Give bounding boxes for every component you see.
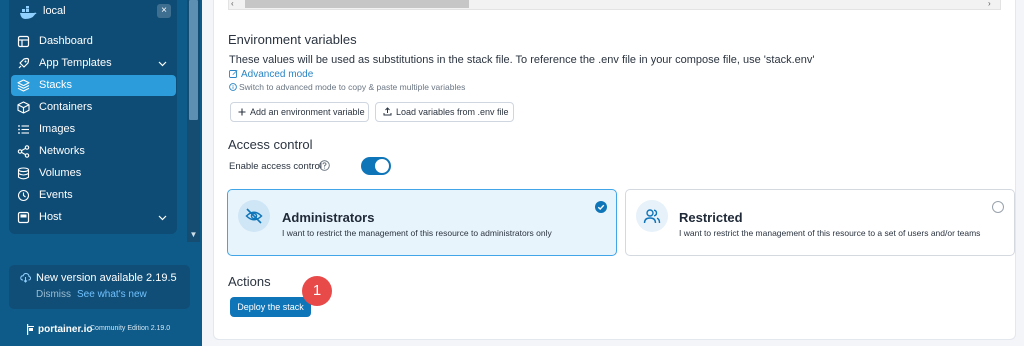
sidebar: local × Dashboard App Templates Stacks C…	[0, 0, 202, 346]
env-section-title: Environment variables	[228, 32, 357, 47]
sidebar-item-images[interactable]: Images	[9, 119, 177, 140]
chevron-down-icon	[158, 61, 167, 67]
docker-icon	[20, 6, 37, 19]
server-icon	[17, 211, 30, 224]
list-icon	[18, 125, 29, 134]
update-title: New version available 2.19.5	[36, 272, 177, 284]
step-number-badge: 1	[302, 276, 332, 306]
layers-icon	[17, 79, 30, 92]
close-environment-button[interactable]: ×	[157, 4, 171, 18]
sidebar-item-containers[interactable]: Containers	[9, 97, 177, 118]
option-restricted-desc: I want to restrict the management of thi…	[679, 228, 981, 238]
edit-icon	[229, 70, 238, 78]
plus-icon	[238, 108, 246, 116]
users-icon	[643, 209, 661, 224]
main-card	[213, 0, 1016, 340]
sidebar-item-label: App Templates	[39, 57, 112, 69]
sidebar-item-label: Networks	[39, 145, 85, 157]
dashboard-icon	[17, 35, 30, 48]
sidebar-scrollbar-thumb[interactable]	[189, 0, 198, 120]
sidebar-item-app-templates[interactable]: App Templates	[9, 53, 177, 74]
sidebar-item-volumes[interactable]: Volumes	[9, 163, 177, 184]
editor-scrollbar-thumb[interactable]	[245, 0, 469, 8]
option-administrators-title: Administrators	[282, 210, 375, 225]
sidebar-item-host[interactable]: Host	[9, 207, 177, 228]
advanced-hint-text: Switch to advanced mode to copy & paste …	[239, 82, 466, 92]
access-section-title: Access control	[228, 137, 313, 152]
environment-header: local ×	[9, 0, 177, 26]
sidebar-item-networks[interactable]: Networks	[9, 141, 177, 162]
scroll-right-arrow-icon[interactable]: ›	[988, 0, 991, 8]
advanced-mode-label: Advanced mode	[241, 69, 314, 80]
option-restricted-title: Restricted	[679, 210, 743, 225]
portainer-logo-icon	[27, 324, 34, 335]
sidebar-item-events[interactable]: Events	[9, 185, 177, 206]
toggle-knob	[375, 159, 389, 173]
chevron-down-icon	[158, 215, 167, 221]
environment-name: local	[43, 5, 66, 17]
sidebar-item-label: Images	[39, 123, 76, 135]
env-description: These values will be used as substitutio…	[229, 54, 815, 66]
eye-off-icon	[245, 208, 263, 224]
add-env-variable-button[interactable]: Add an environment variable	[230, 102, 369, 122]
sidebar-item-dashboard[interactable]: Dashboard	[9, 31, 177, 52]
deploy-stack-button[interactable]: Deploy the stack	[230, 297, 311, 317]
whats-new-link[interactable]: See what's new	[77, 289, 147, 300]
app-root: local × Dashboard App Templates Stacks C…	[0, 0, 1024, 346]
load-env-file-label: Load variables from .env file	[396, 107, 509, 117]
add-env-variable-label: Add an environment variable	[250, 107, 365, 117]
brand-edition: Community Edition 2.19.0	[90, 325, 171, 332]
load-env-file-button[interactable]: Load variables from .env file	[375, 102, 514, 122]
advanced-mode-hint: Switch to advanced mode to copy & paste …	[229, 82, 465, 92]
sidebar-item-stacks[interactable]: Stacks	[11, 75, 176, 96]
cube-icon	[17, 101, 30, 114]
info-icon	[229, 83, 237, 91]
scroll-down-arrow-icon[interactable]: ▼	[189, 230, 198, 240]
option-administrators-desc: I want to restrict the management of thi…	[282, 228, 552, 238]
editor-horizontal-scrollbar[interactable]	[228, 0, 1001, 10]
help-icon[interactable]	[319, 160, 330, 171]
sidebar-item-label: Volumes	[39, 167, 82, 179]
rocket-icon	[18, 57, 30, 69]
sidebar-item-label: Containers	[39, 101, 93, 113]
sidebar-item-label: Stacks	[39, 79, 73, 91]
brand-name: portainer.io	[38, 324, 93, 335]
download-cloud-icon	[20, 273, 31, 283]
scroll-left-arrow-icon[interactable]: ‹	[231, 0, 234, 8]
database-icon	[17, 167, 30, 180]
actions-section-title: Actions	[228, 274, 271, 289]
upload-icon	[383, 107, 392, 116]
sidebar-item-label: Dashboard	[39, 35, 93, 47]
history-icon	[17, 189, 30, 202]
sidebar-item-label: Events	[39, 189, 73, 201]
sidebar-item-label: Host	[39, 211, 62, 223]
access-toggle-label: Enable access control	[229, 161, 322, 172]
advanced-mode-link[interactable]: Advanced mode	[229, 69, 313, 80]
dismiss-link[interactable]: Dismiss	[36, 289, 71, 300]
selected-check-icon	[595, 201, 607, 213]
share-icon	[17, 145, 30, 158]
restricted-radio[interactable]	[992, 201, 1004, 213]
